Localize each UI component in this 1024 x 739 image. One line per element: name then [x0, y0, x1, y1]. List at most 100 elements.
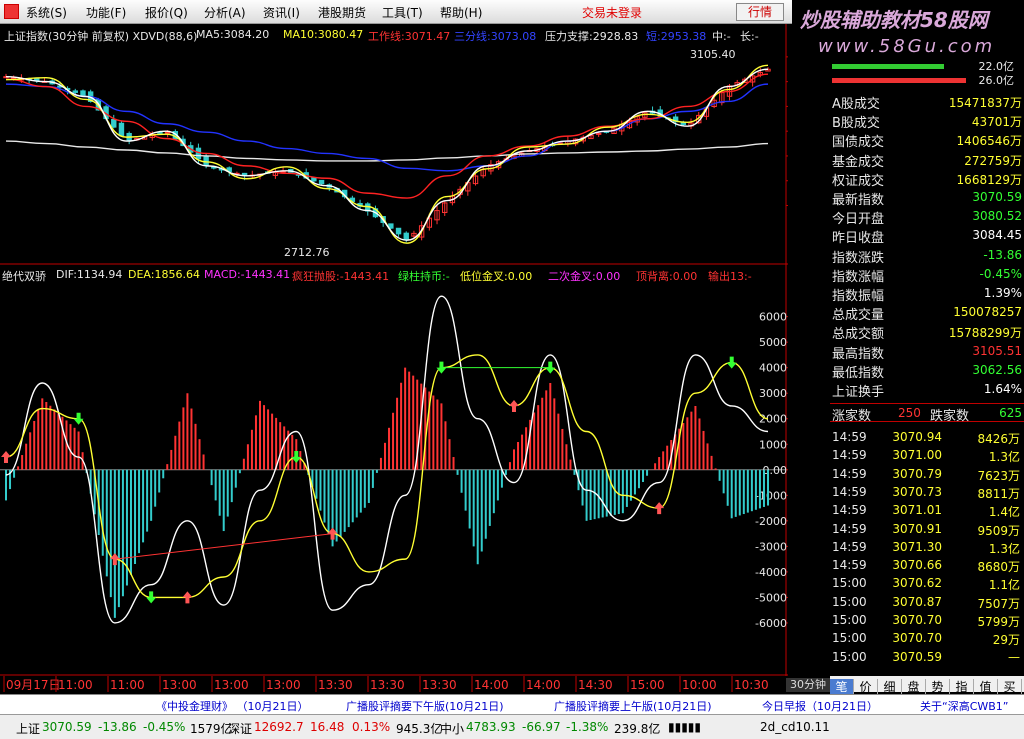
- tick-volume: 8811万: [977, 486, 1020, 501]
- index-row: 总成交量 150078257: [830, 303, 1024, 323]
- tab-5[interactable]: 指: [950, 679, 974, 695]
- tick-time: 15:00: [832, 649, 867, 664]
- sh-pct: -0.45%: [143, 720, 186, 734]
- tab-2[interactable]: 细: [878, 679, 902, 695]
- menu-function[interactable]: 功能(F): [86, 4, 126, 21]
- chart-panel[interactable]: 3100305030002950290028502800600050004000…: [0, 24, 788, 692]
- tab-6[interactable]: 值: [974, 679, 998, 695]
- ticker-item[interactable]: 广播股评摘要下午版(10月21日): [346, 698, 504, 714]
- index-row: 指数振幅 1.39%: [830, 284, 1024, 304]
- tick-row[interactable]: 14:59 3070.73 8811万: [830, 483, 1024, 501]
- x-axis-label: 10:00: [682, 678, 717, 692]
- index-row-value: 3080.52: [972, 209, 1022, 224]
- candle-body: [203, 155, 209, 167]
- sh-value: 3070.59: [42, 720, 92, 734]
- ma-short-label: 短:2953.38: [646, 30, 707, 43]
- tab-0[interactable]: 笔: [830, 679, 854, 695]
- tick-price: 3070.91: [892, 521, 942, 536]
- x-axis-label: 10:30: [734, 678, 769, 692]
- tick-row[interactable]: 14:59 3070.91 9509万: [830, 520, 1024, 538]
- output-label: 输出13:-: [708, 270, 752, 283]
- x-axis-label: 13:30: [370, 678, 405, 692]
- tick-row[interactable]: 15:00 3070.70 29万: [830, 629, 1024, 647]
- up-amount-bar: [832, 64, 944, 69]
- candle-body: [118, 122, 125, 137]
- index-row: 上证换手 1.64%: [830, 380, 1024, 400]
- menu-system[interactable]: 系统(S): [26, 4, 67, 21]
- menu-news[interactable]: 资讯(I): [263, 4, 300, 21]
- price-chart-title: 上证指数(30分钟 前复权) XDVD(88,6): [4, 30, 198, 43]
- tick-row[interactable]: 14:59 3070.94 8426万: [830, 428, 1024, 446]
- tab-1[interactable]: 价: [854, 679, 878, 695]
- sz-value: 12692.7: [254, 720, 304, 734]
- macd-y-tick-label: 6000: [759, 311, 787, 324]
- tick-time: 15:00: [832, 631, 867, 646]
- period-button[interactable]: 30分钟: [786, 678, 830, 692]
- news-ticker: 《中投金理财》 （10月21日） 广播股评摘要下午版(10月21日) 广播股评摘…: [0, 694, 1024, 714]
- tick-price: 3070.70: [892, 613, 942, 627]
- kline-chart[interactable]: 3100305030002950290028502800600050004000…: [0, 24, 788, 694]
- tick-time: 14:59: [832, 539, 867, 554]
- index-row: 最低指数 3062.56: [830, 361, 1024, 381]
- menu-analysis[interactable]: 分析(A): [204, 4, 246, 21]
- menu-hk-futures[interactable]: 港股期货: [318, 4, 366, 21]
- ticker-item[interactable]: 关于“深高CWB1”: [920, 698, 1009, 714]
- tick-time: 15:00: [832, 613, 867, 627]
- tick-price: 3070.70: [892, 631, 942, 646]
- macd-title: 绝代双骄: [2, 270, 46, 283]
- up-count: 250: [898, 406, 921, 421]
- ticker-item[interactable]: 广播股评摘要上午版(10月21日): [554, 698, 712, 714]
- tick-row[interactable]: 14:59 3070.66 8680万: [830, 556, 1024, 574]
- tick-row[interactable]: 15:00 3070.70 5799万: [830, 611, 1024, 629]
- tick-volume: 8680万: [977, 560, 1020, 575]
- ma-long-line: [5, 140, 769, 162]
- index-row-label: A股成交: [832, 97, 880, 112]
- index-row-value: 3062.56: [972, 362, 1022, 377]
- tick-volume: 7623万: [977, 468, 1020, 483]
- trade-status[interactable]: 交易未登录: [582, 4, 642, 21]
- index-row: 指数涨跌 -13.86: [830, 246, 1024, 266]
- tick-row[interactable]: 15:00 3070.59 —: [830, 648, 1024, 666]
- menu-help[interactable]: 帮助(H): [440, 4, 482, 21]
- app-icon[interactable]: [4, 4, 19, 19]
- down-amount-bar: [832, 78, 966, 83]
- index-row-label: 权证成交: [832, 173, 885, 189]
- tab-4[interactable]: 势: [926, 679, 950, 695]
- x-axis-label: 15:00: [630, 678, 665, 692]
- tab-7[interactable]: 买: [998, 679, 1022, 695]
- index-row-label: 最高指数: [832, 346, 885, 362]
- menu-quote[interactable]: 报价(Q): [145, 4, 188, 21]
- tick-row[interactable]: 15:00 3070.62 1.1亿: [830, 574, 1024, 592]
- tick-price: 3070.79: [892, 466, 942, 481]
- menu-tools[interactable]: 工具(T): [382, 4, 423, 21]
- second-cross-label: 二次金叉:0.00: [548, 270, 621, 283]
- ticker-item[interactable]: 《中投金理财》 （10月21日）: [156, 698, 309, 714]
- ticker-item[interactable]: 今日早报（10月21日）: [762, 698, 878, 714]
- x-axis-label: 09月17日: [6, 678, 61, 692]
- ma5-line: [5, 68, 769, 241]
- sz-change: 16.48: [310, 720, 345, 734]
- index-row-value: 3070.59: [972, 190, 1022, 204]
- tab-3[interactable]: 盘: [902, 679, 926, 695]
- tick-time: 14:59: [832, 558, 867, 573]
- candle-body: [80, 90, 86, 96]
- quote-button[interactable]: 行情: [736, 3, 784, 21]
- tick-volume: 29万: [992, 633, 1020, 648]
- index-row: 最高指数 3105.51: [830, 342, 1024, 362]
- ma-yellow-line: [5, 64, 769, 244]
- index-row-value: 1406546万: [956, 134, 1022, 149]
- tick-row[interactable]: 14:59 3071.00 1.3亿: [830, 446, 1024, 464]
- index-row: 今日开盘 3080.52: [830, 207, 1024, 227]
- tick-row[interactable]: 15:00 3070.87 7507万: [830, 593, 1024, 611]
- down-count-label: 跌家数: [930, 409, 970, 425]
- index-row-value: 3105.51: [972, 343, 1022, 358]
- tick-row[interactable]: 14:59 3071.30 1.3亿: [830, 538, 1024, 556]
- tick-price: 3071.30: [892, 539, 942, 554]
- tick-row[interactable]: 14:59 3070.79 7623万: [830, 465, 1024, 483]
- dif-label: DIF:1134.94: [56, 268, 123, 281]
- zx-label: 中小: [440, 722, 465, 736]
- zx-change: -66.97: [522, 720, 561, 734]
- work-line-label: 工作线:3071.47: [368, 30, 451, 43]
- tick-volume: 1.3亿: [988, 450, 1020, 465]
- tick-row[interactable]: 14:59 3071.01 1.4亿: [830, 501, 1024, 519]
